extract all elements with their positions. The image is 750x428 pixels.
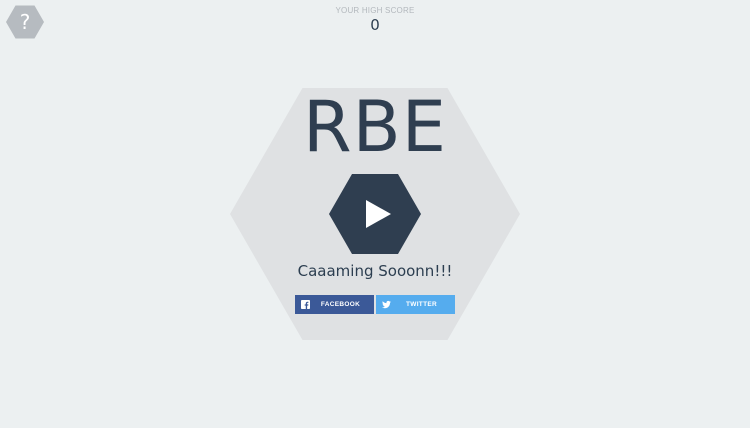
game-title: RBE [303, 86, 447, 168]
high-score-label: YOUR HIGH SCORE [335, 6, 415, 15]
play-icon [329, 174, 421, 254]
twitter-label: TWITTER [406, 301, 437, 308]
facebook-icon [301, 300, 310, 309]
high-score-value: 0 [370, 16, 380, 34]
facebook-label: FACEBOOK [320, 301, 361, 308]
facebook-share-button[interactable]: FACEBOOK [295, 295, 374, 314]
twitter-icon [382, 300, 391, 309]
coming-soon-text: Caaaming Sooonn!!! [297, 262, 453, 280]
play-button[interactable] [329, 174, 421, 254]
high-score: YOUR HIGH SCORE 0 [0, 6, 750, 34]
twitter-share-button[interactable]: TWITTER [376, 295, 455, 314]
